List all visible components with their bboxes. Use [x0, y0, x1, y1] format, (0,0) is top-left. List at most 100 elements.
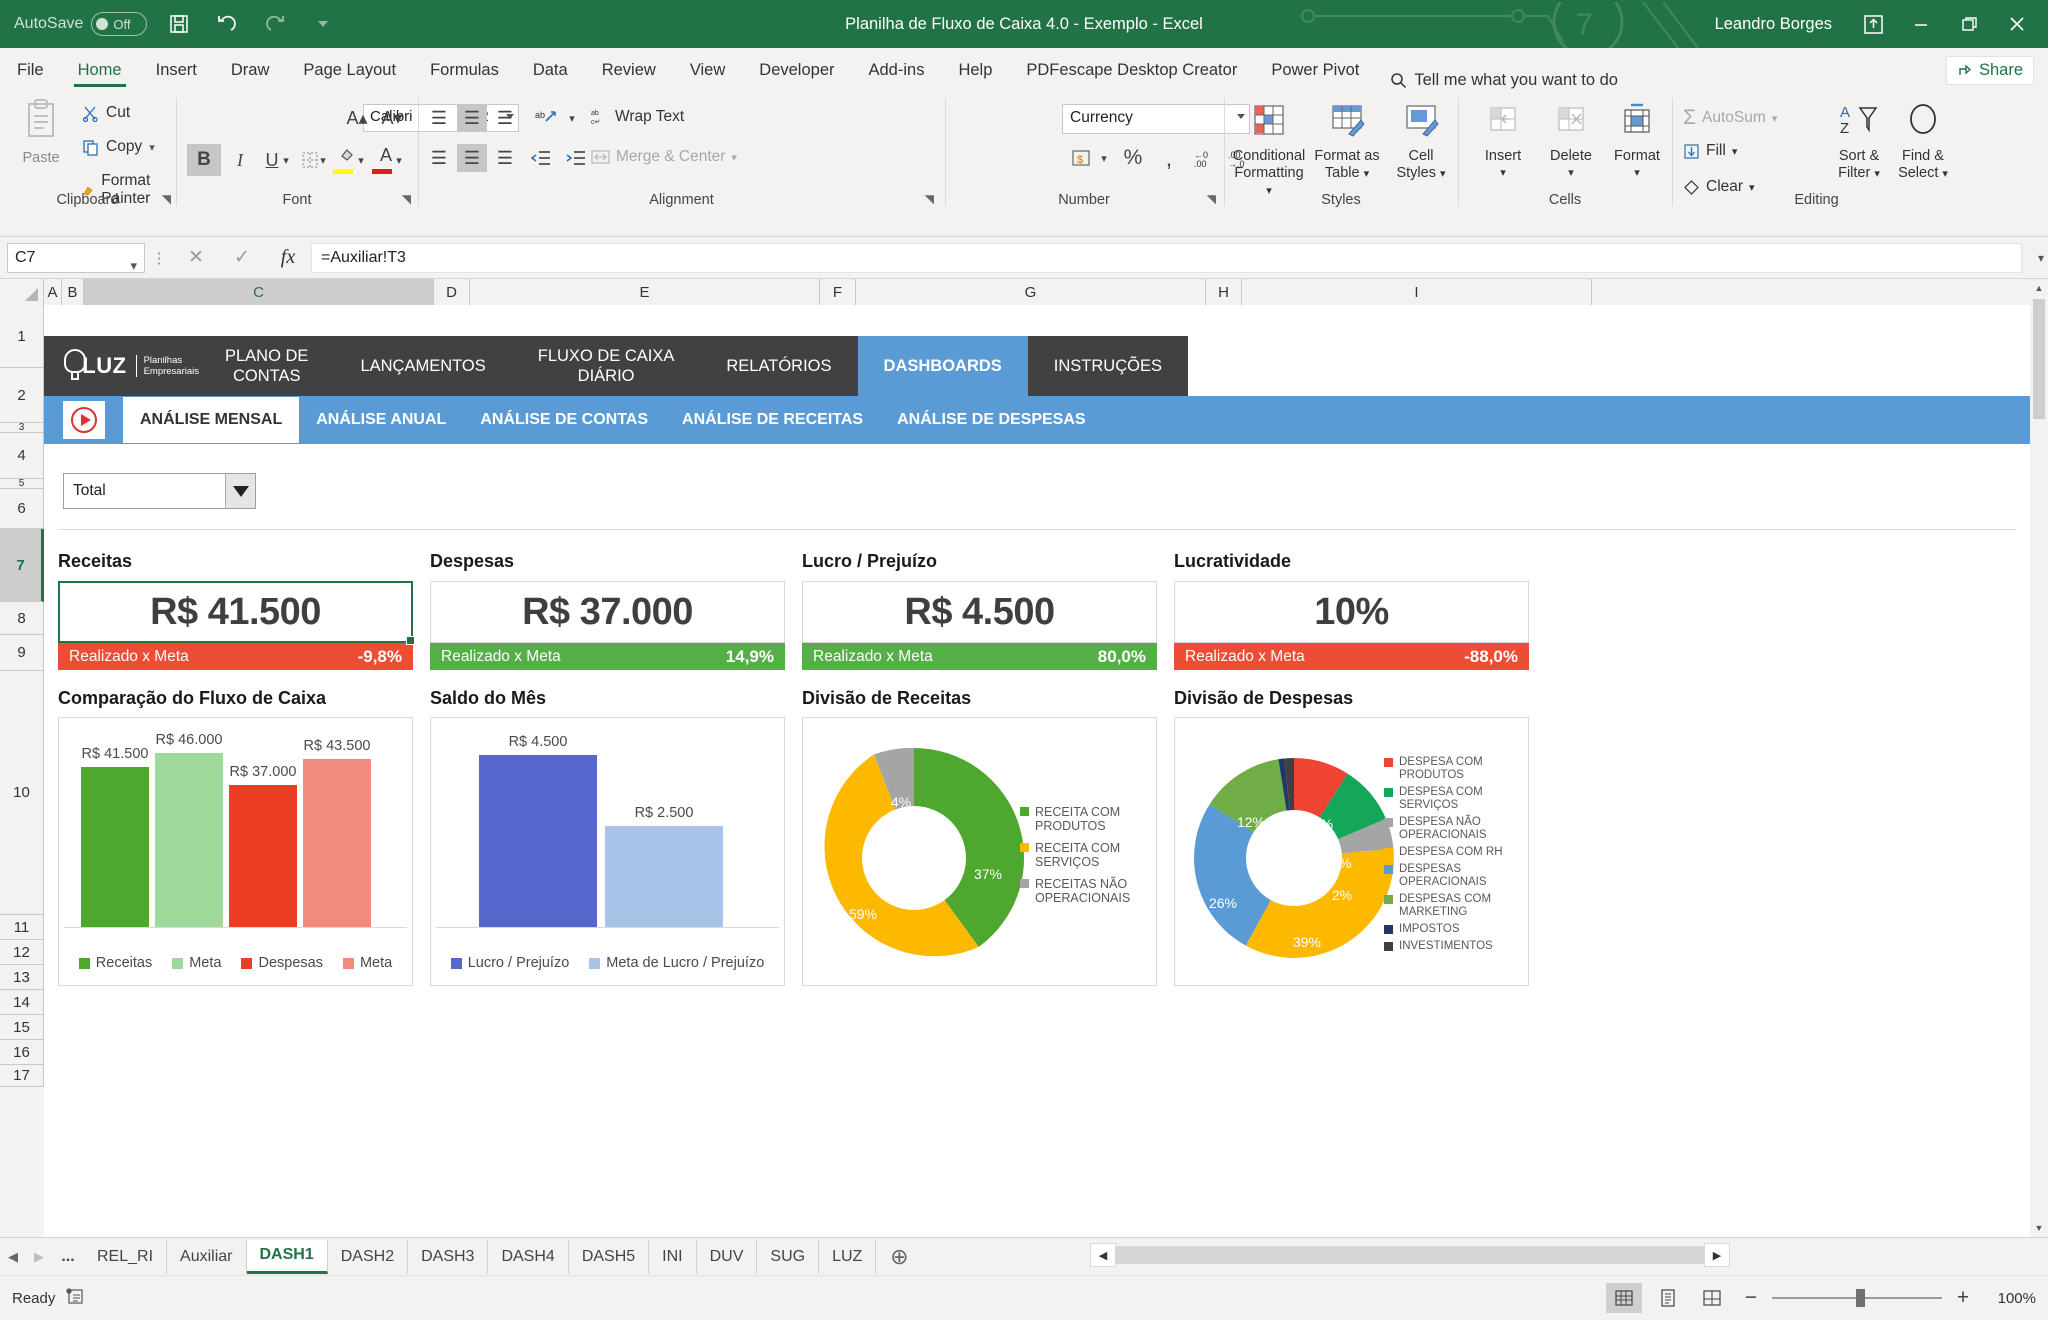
autosum-chevron-down-icon[interactable]: ▾ — [1772, 112, 1778, 125]
share-button[interactable]: Share — [1945, 56, 2034, 85]
row-header-9[interactable]: 9 — [0, 635, 44, 671]
undo-icon[interactable] — [205, 4, 249, 44]
row-header-8[interactable]: 8 — [0, 602, 44, 635]
subtab-analise-de-receitas[interactable]: ANÁLISE DE RECEITAS — [665, 397, 880, 443]
comma-style-icon[interactable]: , — [1154, 144, 1184, 172]
bold-button[interactable]: B — [187, 144, 221, 176]
kpi-value-box[interactable]: R$ 4.500 — [802, 581, 1157, 643]
conditional-formatting-button[interactable]: Conditional Formatting ▾ — [1231, 100, 1307, 200]
legend-item[interactable]: RECEITA COM PRODUTOS — [1020, 805, 1148, 833]
legend-item[interactable]: RECEITAS NÃO OPERACIONAIS — [1020, 877, 1148, 905]
align-top-icon[interactable]: ☰ — [424, 104, 454, 132]
accessibility-icon[interactable] — [55, 1286, 95, 1311]
column-header-D[interactable]: D — [434, 279, 470, 305]
font-dialog-launcher[interactable]: ◥ — [402, 192, 411, 206]
orientation-chevron-down-icon[interactable]: ▾ — [566, 104, 578, 132]
triangle-down-icon[interactable] — [225, 474, 255, 508]
row-header-14[interactable]: 14 — [0, 990, 44, 1015]
row-header-3[interactable]: 3 — [0, 422, 44, 433]
kpi-value-box[interactable]: R$ 37.000 — [430, 581, 785, 643]
formula-input[interactable]: =Auxiliar!T3 — [311, 242, 2022, 273]
legend-item[interactable]: DESPESA NÃO OPERACIONAIS — [1384, 816, 1520, 842]
subtab-analise-de-despesas[interactable]: ANÁLISE DE DESPESAS — [880, 397, 1102, 443]
plus-circle-icon[interactable]: ⊕ — [876, 1244, 922, 1270]
legend-item[interactable]: Despesas — [241, 955, 323, 971]
legend-item[interactable]: DESPESAS OPERACIONAIS — [1384, 863, 1520, 889]
legend-item[interactable]: Meta de Lucro / Prejuízo — [589, 955, 764, 971]
sheet-tab-ini[interactable]: INI — [649, 1239, 697, 1274]
align-left-icon[interactable]: ☰ — [424, 144, 454, 172]
legend-item[interactable]: Meta — [342, 955, 392, 971]
scroll-down-icon[interactable]: ▼ — [2030, 1219, 2048, 1237]
sheet-tab-rel-ri[interactable]: REL_RI — [84, 1239, 168, 1274]
insert-function-icon[interactable]: fx — [265, 246, 311, 269]
align-center-icon[interactable]: ☰ — [457, 144, 487, 172]
ribbon-tab-help[interactable]: Help — [941, 50, 1009, 90]
kpi-value-box[interactable]: R$ 41.500 — [58, 581, 415, 645]
font-color-chevron-down-icon[interactable]: ▾ — [393, 144, 405, 176]
column-header-F[interactable]: F — [820, 279, 856, 305]
sheet-tab-dash5[interactable]: DASH5 — [569, 1239, 650, 1274]
bar-group[interactable]: R$ 46.000 — [155, 732, 223, 927]
legend-item[interactable]: DESPESAS COM MARKETING — [1384, 893, 1520, 919]
accounting-format-icon[interactable]: $ — [1066, 144, 1100, 172]
kpi-value-box[interactable]: 10% — [1174, 581, 1529, 643]
chevron-down-icon[interactable] — [301, 4, 345, 44]
increase-decimal-icon[interactable]: ←0.00 — [1184, 144, 1218, 172]
scrollbar-thumb[interactable] — [2033, 299, 2045, 419]
legend-item[interactable]: Lucro / Prejuízo — [450, 955, 569, 971]
row-header-4[interactable]: 4 — [0, 433, 44, 479]
clipboard-dialog-launcher[interactable]: ◥ — [162, 192, 171, 206]
fat-chevron-down-icon[interactable]: ▾ — [1364, 168, 1370, 180]
delete-chevron-down-icon[interactable]: ▾ — [1533, 165, 1609, 182]
sheet-tab-dash1[interactable]: DASH1 — [246, 1239, 328, 1274]
row-header-2[interactable]: 2 — [0, 368, 44, 423]
cancel-formula-icon[interactable]: ✕ — [173, 246, 219, 269]
bar-group[interactable]: R$ 37.000 — [229, 732, 297, 927]
sort-chevron-down-icon[interactable]: ▾ — [1874, 168, 1880, 180]
align-bottom-icon[interactable]: ☰ — [490, 104, 520, 132]
number-format-combo[interactable]: Currency — [1062, 104, 1250, 134]
delete-cells-button[interactable]: Delete ▾ — [1533, 100, 1609, 182]
format-chevron-down-icon[interactable]: ▾ — [1599, 165, 1675, 182]
scrollbar-track[interactable] — [1116, 1246, 1704, 1264]
luznav-item-dashboards[interactable]: DASHBOARDS — [857, 336, 1028, 396]
decrease-font-size-icon[interactable]: A▾ — [377, 104, 407, 132]
legend-item[interactable]: DESPESA COM SERVIÇOS — [1384, 786, 1520, 812]
increase-font-size-icon[interactable]: A▴ — [342, 104, 372, 132]
plus-icon[interactable]: + — [1950, 1286, 1976, 1310]
format-as-table-button[interactable]: Format as Table ▾ — [1309, 100, 1385, 183]
ribbon-tab-power-pivot[interactable]: Power Pivot — [1254, 50, 1376, 90]
ellipsis-icon[interactable]: ... — [52, 1248, 84, 1266]
ribbon-tab-draw[interactable]: Draw — [214, 50, 287, 90]
save-icon[interactable] — [157, 4, 201, 44]
minus-icon[interactable]: − — [1738, 1286, 1764, 1310]
ribbon-tab-page-layout[interactable]: Page Layout — [286, 50, 413, 90]
play-circle-icon[interactable] — [63, 401, 105, 439]
column-header-I[interactable]: I — [1242, 279, 1592, 305]
align-right-icon[interactable]: ☰ — [490, 144, 520, 172]
ribbon-tab-home[interactable]: Home — [61, 50, 139, 90]
ribbon-display-icon[interactable] — [1850, 0, 1896, 48]
autosum-button[interactable]: Σ AutoSum ▾ — [1683, 106, 1777, 130]
ribbon-tab-file[interactable]: File — [0, 50, 61, 90]
arrow-right-icon[interactable]: ▶ — [26, 1249, 52, 1265]
row-header-7[interactable]: 7 — [0, 529, 44, 602]
fill-button[interactable]: Fill ▾ — [1683, 142, 1737, 160]
decrease-indent-icon[interactable] — [526, 144, 556, 172]
scroll-right-icon[interactable]: ▶ — [1704, 1243, 1730, 1267]
luznav-item-lancamentos[interactable]: LANÇAMENTOS — [334, 336, 511, 396]
find-select-button[interactable]: Find & Select ▾ — [1885, 100, 1961, 183]
ribbon-tab-review[interactable]: Review — [585, 50, 673, 90]
minimize-icon[interactable] — [1898, 0, 1944, 48]
ribbon-tab-insert[interactable]: Insert — [139, 50, 214, 90]
fill-color-chevron-down-icon[interactable]: ▾ — [355, 144, 367, 176]
bar-group[interactable]: R$ 4.500 — [479, 732, 597, 927]
scroll-up-icon[interactable]: ▲ — [2030, 279, 2048, 297]
sheet-tab-duv[interactable]: DUV — [697, 1239, 758, 1274]
legend-item[interactable]: RECEITA COM SERVIÇOS — [1020, 841, 1148, 869]
legend-item[interactable]: Receitas — [78, 955, 152, 971]
alignment-dialog-launcher[interactable]: ◥ — [925, 192, 934, 206]
chart-area[interactable]: 37% 59% 4% RECEITA COM PRODUTOS RECEITA … — [802, 717, 1157, 986]
increase-indent-icon[interactable] — [561, 144, 591, 172]
